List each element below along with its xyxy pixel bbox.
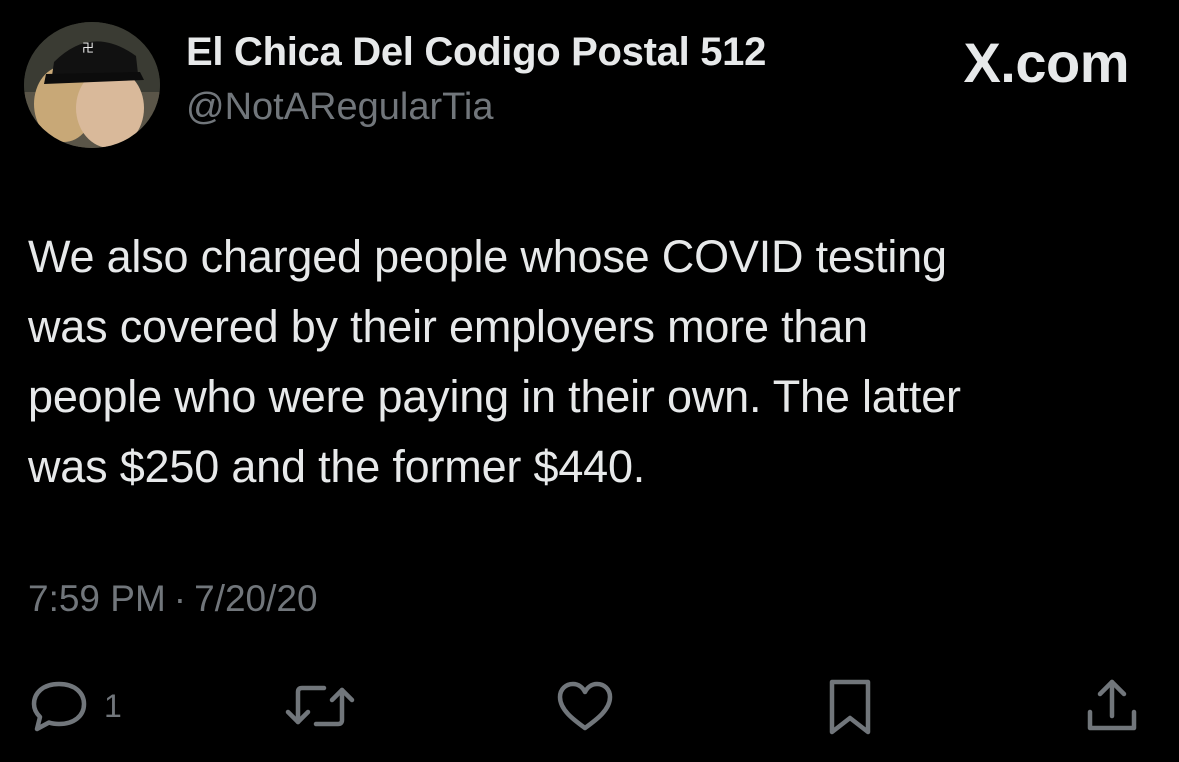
tweet-text: We also charged people whose COVID testi… xyxy=(28,222,1138,502)
avatar[interactable]: 卍 xyxy=(24,22,160,148)
tweet-date: 7/20/20 xyxy=(194,578,318,619)
brand-logo: X.com xyxy=(963,31,1129,94)
svg-text:卍: 卍 xyxy=(82,41,94,55)
share-icon xyxy=(1082,676,1142,736)
tweet-time: 7:59 PM xyxy=(28,578,166,619)
tweet-text-line: We also charged people whose COVID testi… xyxy=(28,231,947,282)
retweet-button[interactable] xyxy=(282,676,358,736)
display-name[interactable]: El Chica Del Codigo Postal 512 xyxy=(186,30,766,75)
timestamp[interactable]: 7:59 PM · 7/20/20 xyxy=(28,578,318,620)
tweet-text-line: was $250 and the former $440. xyxy=(28,441,646,492)
meta-separator: · xyxy=(173,578,187,619)
tweet: 卍 El Chica Del Codigo Postal 512 @NotARe… xyxy=(0,0,1179,762)
reply-button[interactable]: 1 xyxy=(28,676,122,736)
share-button[interactable] xyxy=(1082,676,1142,736)
avatar-image: 卍 xyxy=(24,22,160,148)
tweet-text-line: was covered by their employers more than xyxy=(28,301,868,352)
tweet-text-line: people who were paying in their own. The… xyxy=(28,371,961,422)
retweet-icon xyxy=(282,678,358,734)
like-button[interactable] xyxy=(554,676,616,736)
action-bar: 1 xyxy=(0,676,1179,736)
bookmark-button[interactable] xyxy=(822,676,878,736)
handle[interactable]: @NotARegularTia xyxy=(186,86,494,129)
like-icon xyxy=(554,678,616,734)
bookmark-icon xyxy=(822,676,878,736)
reply-count: 1 xyxy=(104,687,122,724)
reply-icon xyxy=(28,678,90,734)
